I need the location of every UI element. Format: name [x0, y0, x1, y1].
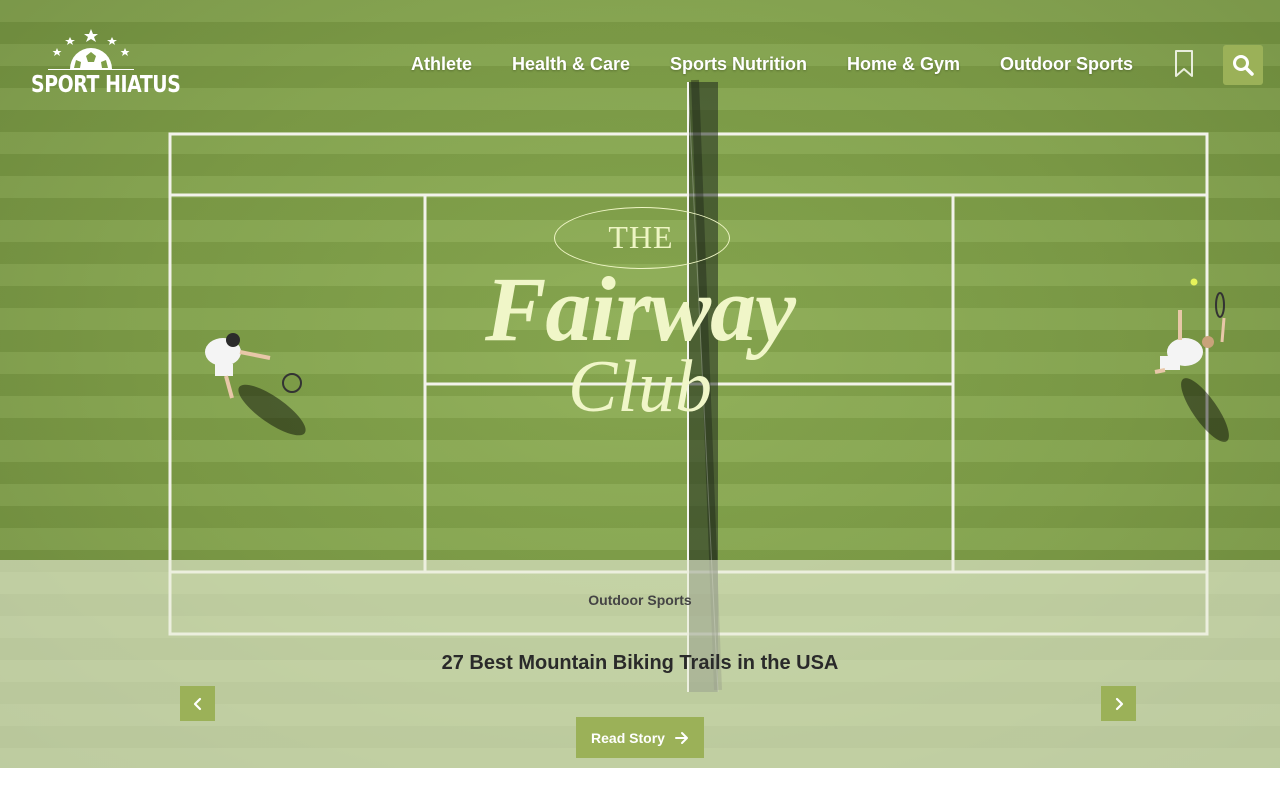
search-icon [1233, 55, 1254, 76]
chevron-left-icon [193, 697, 201, 710]
site-logo[interactable]: SPORT HIATUS [18, 28, 181, 102]
search-button[interactable] [1223, 45, 1263, 85]
chevron-right-icon [1115, 697, 1123, 710]
nav-item-athlete[interactable]: Athlete [411, 50, 472, 78]
read-story-button[interactable]: Read Story [576, 717, 704, 758]
brand-fairway-text: Fairway [485, 258, 796, 360]
nav-item-outdoor-sports[interactable]: Outdoor Sports [1000, 50, 1133, 78]
nav-item-health-care[interactable]: Health & Care [512, 50, 630, 78]
nav-item-sports-nutrition[interactable]: Sports Nutrition [670, 50, 807, 78]
nav-item-home-gym[interactable]: Home & Gym [847, 50, 960, 78]
fairway-club-brand: THE Fairway Club [470, 205, 810, 430]
arrow-right-icon [674, 731, 688, 744]
soccer-ball-stars-icon [47, 29, 134, 70]
slider-next-button[interactable] [1101, 686, 1136, 721]
bookmark-icon [1175, 50, 1193, 77]
post-title[interactable]: 27 Best Mountain Biking Trails in the US… [0, 652, 1280, 675]
brand-club-text: Club [568, 346, 712, 428]
logo-text: SPORT HIATUS [31, 72, 181, 98]
post-category[interactable]: Outdoor Sports [0, 592, 1280, 608]
brand-the-text: THE [608, 219, 674, 255]
read-story-label: Read Story [591, 729, 665, 746]
slider-prev-button[interactable] [180, 686, 215, 721]
hero-slider: SPORT HIATUS Athlete Health & Care Sport… [0, 0, 1280, 768]
bookmark-button[interactable] [1170, 48, 1198, 80]
